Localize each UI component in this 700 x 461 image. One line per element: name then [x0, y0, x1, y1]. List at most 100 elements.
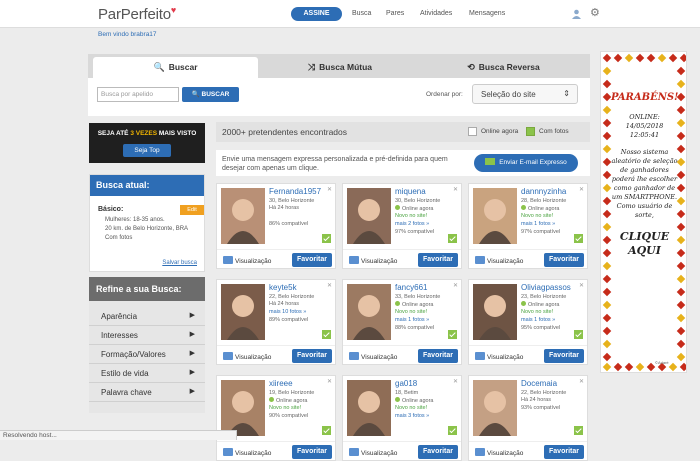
- profile-name[interactable]: xiireee: [269, 379, 293, 388]
- photos-checkbox[interactable]: [526, 127, 535, 136]
- refine-item-aparencia[interactable]: Aparência ▶: [89, 307, 205, 326]
- nav-pares[interactable]: Pares: [386, 10, 404, 17]
- favoritar-button[interactable]: Favoritar: [544, 445, 584, 459]
- profile-name[interactable]: Fernanda1957: [269, 187, 321, 196]
- profile-card[interactable]: fancy661 ✕ 33, Belo Horizonte Online agora N…: [342, 279, 462, 365]
- profile-name[interactable]: Oliviagpassos: [521, 283, 571, 292]
- user-icon[interactable]: [572, 9, 581, 19]
- order-select[interactable]: Seleção do site ⇕: [472, 84, 578, 104]
- seja-top-button[interactable]: Seja Top: [123, 144, 171, 157]
- profile-card[interactable]: keyte5k ✕ 22, Belo Horizonte Há 24 horas mai…: [216, 279, 336, 365]
- close-icon[interactable]: ✕: [579, 186, 584, 193]
- welcome-text: Bem vindo brabra17: [98, 31, 157, 38]
- profile-name[interactable]: dannnyzinha: [521, 187, 566, 196]
- profile-name[interactable]: keyte5k: [269, 283, 297, 292]
- favoritar-button[interactable]: Favoritar: [292, 253, 332, 267]
- profile-card[interactable]: Oliviagpassos ✕ 23, Belo Horizonte Online a…: [468, 279, 588, 365]
- profile-name[interactable]: Docemaia: [521, 379, 557, 388]
- favoritar-button[interactable]: Favoritar: [418, 349, 458, 363]
- gear-icon[interactable]: ⚙: [590, 8, 600, 19]
- leaf-decoration: [613, 53, 623, 63]
- close-icon[interactable]: ✕: [453, 186, 458, 193]
- favoritar-button[interactable]: Favoritar: [544, 349, 584, 363]
- profile-photo[interactable]: [347, 188, 391, 244]
- leaf-decoration: [602, 300, 612, 310]
- favoritar-button[interactable]: Favoritar: [292, 445, 332, 459]
- leaf-decoration: [602, 183, 612, 193]
- card-footer: Visualização Favoritar: [217, 441, 335, 461]
- profile-info: mais 1 fotos »: [395, 317, 430, 323]
- view-link[interactable]: Visualização: [349, 352, 397, 361]
- ad-cta[interactable]: CLIQUE AQUI: [611, 230, 678, 258]
- refine-item-formacao[interactable]: Formação/Valores ▶: [89, 345, 205, 364]
- logo[interactable]: ParPerfeito♥: [98, 5, 176, 23]
- profile-photo[interactable]: [221, 380, 265, 436]
- profile-photo[interactable]: [473, 380, 517, 436]
- favoritar-button[interactable]: Favoritar: [418, 445, 458, 459]
- profile-photo[interactable]: [221, 284, 265, 340]
- profile-card[interactable]: xiireee ✕ 19, Belo Horizonte Online agora No…: [216, 375, 336, 461]
- view-link[interactable]: Visualização: [475, 352, 523, 361]
- buscar-button[interactable]: 🔍 BUSCAR: [182, 87, 239, 102]
- profile-card[interactable]: Fernanda1957 ✕ 30, Belo Horizonte Há 24 hor…: [216, 183, 336, 269]
- profile-name[interactable]: ga018: [395, 379, 417, 388]
- view-link[interactable]: Visualização: [475, 448, 523, 457]
- search-icon: 🔍: [153, 62, 165, 72]
- close-icon[interactable]: ✕: [327, 282, 332, 289]
- view-link[interactable]: Visualização: [223, 256, 271, 265]
- leaf-decoration: [635, 362, 645, 372]
- view-link[interactable]: Visualização: [349, 448, 397, 457]
- refine-item-estilo[interactable]: Estilo de vida ▶: [89, 364, 205, 383]
- favoritar-button[interactable]: Favoritar: [292, 349, 332, 363]
- view-link[interactable]: Visualização: [475, 256, 523, 265]
- profile-card[interactable]: miquena ✕ 30, Belo Horizonte Online agora No…: [342, 183, 462, 269]
- profile-photo[interactable]: [347, 380, 391, 436]
- favoritar-button[interactable]: Favoritar: [544, 253, 584, 267]
- nav-mensagens[interactable]: Mensagens: [469, 10, 505, 17]
- leaf-decoration: [679, 53, 686, 63]
- check-icon: [322, 330, 331, 339]
- check-icon: [574, 330, 583, 339]
- online-checkbox[interactable]: [468, 127, 477, 136]
- profile-photo[interactable]: [473, 284, 517, 340]
- promo-top-banner[interactable]: SEJA ATÉ 3 VEZES MAIS VISTO Seja Top: [89, 123, 205, 163]
- view-link[interactable]: Visualização: [349, 256, 397, 265]
- close-icon[interactable]: ✕: [453, 282, 458, 289]
- profile-info: mais 3 fotos »: [395, 413, 430, 419]
- profile-card[interactable]: Docemaia ✕ 22, Belo Horizonte Há 24 horas 93…: [468, 375, 588, 461]
- leaf-decoration: [624, 362, 634, 372]
- profile-photo[interactable]: [347, 284, 391, 340]
- tab-busca-mutua[interactable]: ⤨ Busca Mútua: [260, 57, 420, 78]
- profile-name[interactable]: miquena: [395, 187, 426, 196]
- check-icon: [574, 426, 583, 435]
- view-link[interactable]: Visualização: [223, 448, 271, 457]
- refine-item-palavra[interactable]: Palavra chave ▶: [89, 383, 205, 402]
- ad-banner[interactable]: PARABÉNS! ONLINE: 14/05/2018 12:05:41 No…: [600, 51, 687, 373]
- express-email-button[interactable]: Enviar E-mail Expresso: [474, 154, 578, 172]
- favoritar-button[interactable]: Favoritar: [418, 253, 458, 267]
- profile-card[interactable]: dannnyzinha ✕ 28, Belo Horizonte Online ago…: [468, 183, 588, 269]
- close-icon[interactable]: ✕: [327, 378, 332, 385]
- profile-photo[interactable]: [473, 188, 517, 244]
- edit-button[interactable]: Edit: [180, 205, 204, 215]
- nav-atividades[interactable]: Atividades: [420, 10, 452, 17]
- view-link[interactable]: Visualização: [223, 352, 271, 361]
- close-icon[interactable]: ✕: [579, 282, 584, 289]
- nav-busca[interactable]: Busca: [352, 10, 371, 17]
- tab-buscar[interactable]: 🔍 Buscar: [93, 57, 258, 78]
- assine-button[interactable]: ASSINE: [291, 7, 342, 21]
- save-search-link[interactable]: Salvar busca: [162, 260, 197, 266]
- nickname-search-input[interactable]: Busca por apelido: [97, 87, 179, 102]
- close-icon[interactable]: ✕: [327, 186, 332, 193]
- profile-card[interactable]: ga018 ✕ 18, Betim Online agora Novo no site!…: [342, 375, 462, 461]
- close-icon[interactable]: ✕: [579, 378, 584, 385]
- profile-name[interactable]: fancy661: [395, 283, 427, 292]
- express-message-bar: Envie uma mensagem expressa personalizad…: [216, 150, 590, 176]
- tab-busca-reversa[interactable]: ⟲ Busca Reversa: [422, 57, 585, 78]
- profile-photo[interactable]: [221, 188, 265, 244]
- viewer-icon: [223, 256, 233, 264]
- refine-item-interesses[interactable]: Interesses ▶: [89, 326, 205, 345]
- ad-title: PARABÉNS!: [611, 92, 679, 103]
- close-icon[interactable]: ✕: [453, 378, 458, 385]
- profile-age-city: 23, Belo Horizonte: [521, 294, 567, 300]
